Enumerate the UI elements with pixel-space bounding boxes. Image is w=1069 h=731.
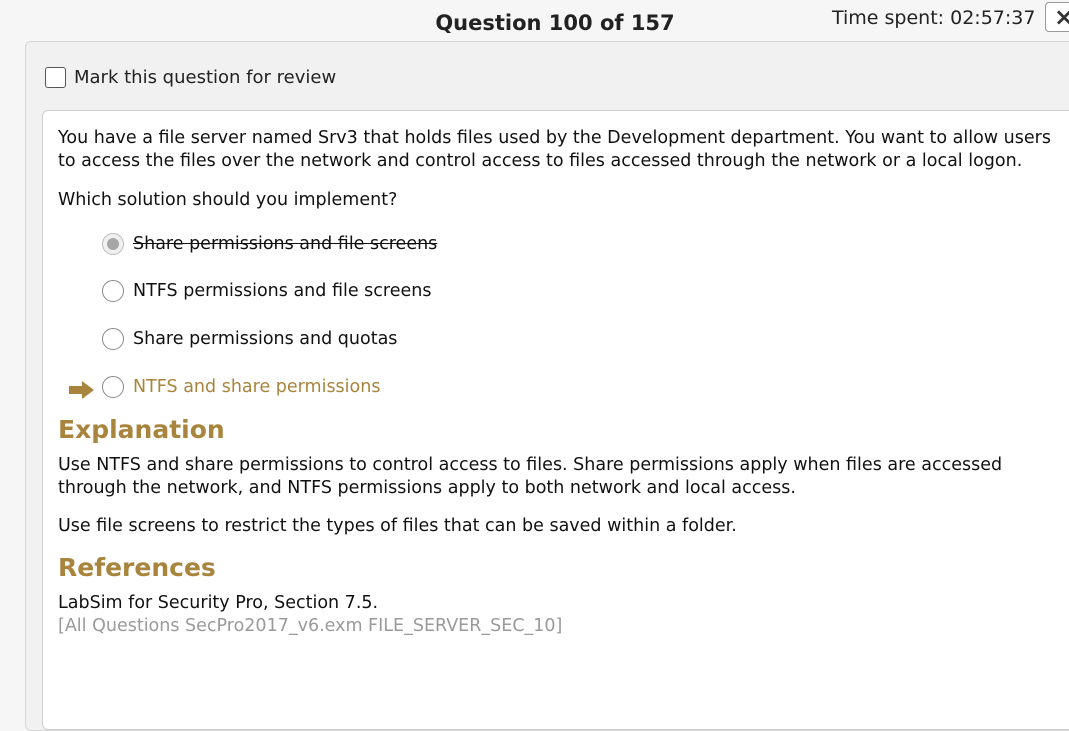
answer-option-1-label[interactable]: Share permissions and file screens	[133, 234, 437, 254]
question-text: You have a file server named Srv3 that h…	[58, 128, 1051, 171]
answer-option-3[interactable]: Share permissions and quotas	[102, 326, 397, 352]
reference-line-1: LabSim for Security Pro, Section 7.5.	[58, 593, 379, 613]
references-heading: References	[58, 553, 216, 582]
explanation-heading: Explanation	[58, 415, 225, 444]
mark-for-review-label[interactable]: Mark this question for review	[74, 67, 336, 88]
mark-for-review-checkbox[interactable]	[45, 66, 66, 88]
mark-for-review-row[interactable]: Mark this question for review	[45, 65, 336, 89]
explanation-paragraph-1: Use NTFS and share permissions to contro…	[58, 455, 1003, 498]
answer-option-2-radio[interactable]	[102, 280, 124, 302]
question-prompt: Which solution should you implement?	[58, 190, 398, 210]
explanation-paragraph-2: Use file screens to restrict the types o…	[58, 516, 737, 536]
time-spent-label: Time spent: 02:57:37	[832, 7, 1036, 29]
reference-line-2: [All Questions SecPro2017_v6.exm FILE_SE…	[58, 616, 563, 636]
right-arrow-icon	[69, 381, 94, 399]
answer-option-4-label[interactable]: NTFS and share permissions	[133, 377, 380, 397]
close-button[interactable]: ×	[1045, 2, 1069, 32]
answer-option-4-radio[interactable]	[102, 376, 124, 398]
answer-option-3-radio[interactable]	[102, 328, 124, 350]
answer-option-1[interactable]: Share permissions and file screens	[102, 231, 437, 257]
answer-option-2-label[interactable]: NTFS permissions and file screens	[133, 281, 431, 301]
answer-option-1-radio[interactable]	[102, 233, 124, 255]
close-icon: ×	[1054, 3, 1069, 31]
answer-option-4[interactable]: NTFS and share permissions	[102, 374, 380, 400]
answer-option-2[interactable]: NTFS permissions and file screens	[102, 278, 431, 304]
answer-option-3-label[interactable]: Share permissions and quotas	[133, 329, 397, 349]
